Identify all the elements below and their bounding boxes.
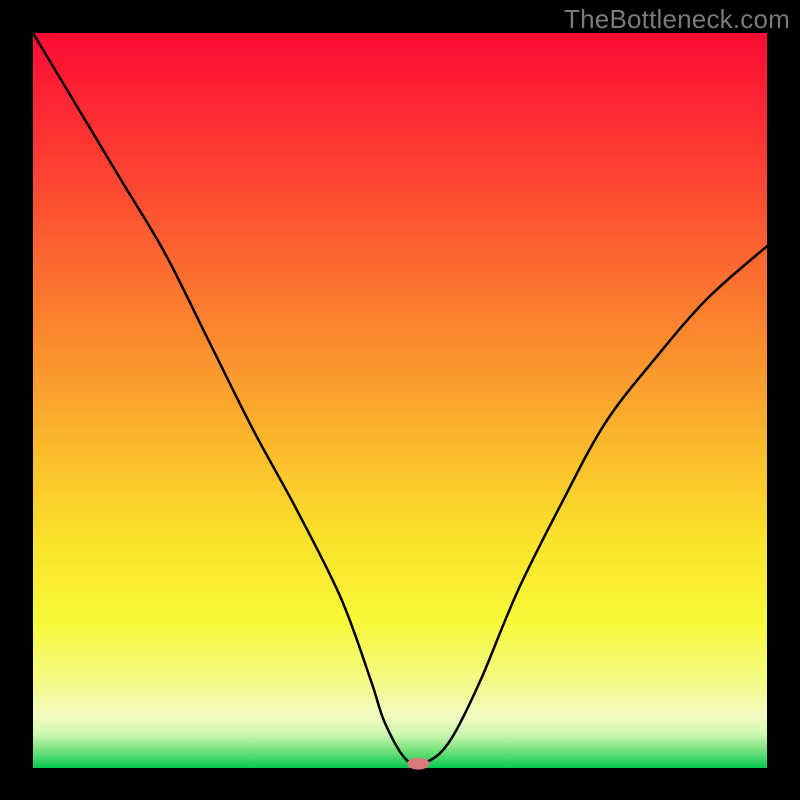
bottleneck-chart <box>0 0 800 800</box>
watermark-text: TheBottleneck.com <box>564 4 790 35</box>
optimum-marker <box>407 758 429 770</box>
plot-background <box>33 33 767 768</box>
chart-container: TheBottleneck.com <box>0 0 800 800</box>
